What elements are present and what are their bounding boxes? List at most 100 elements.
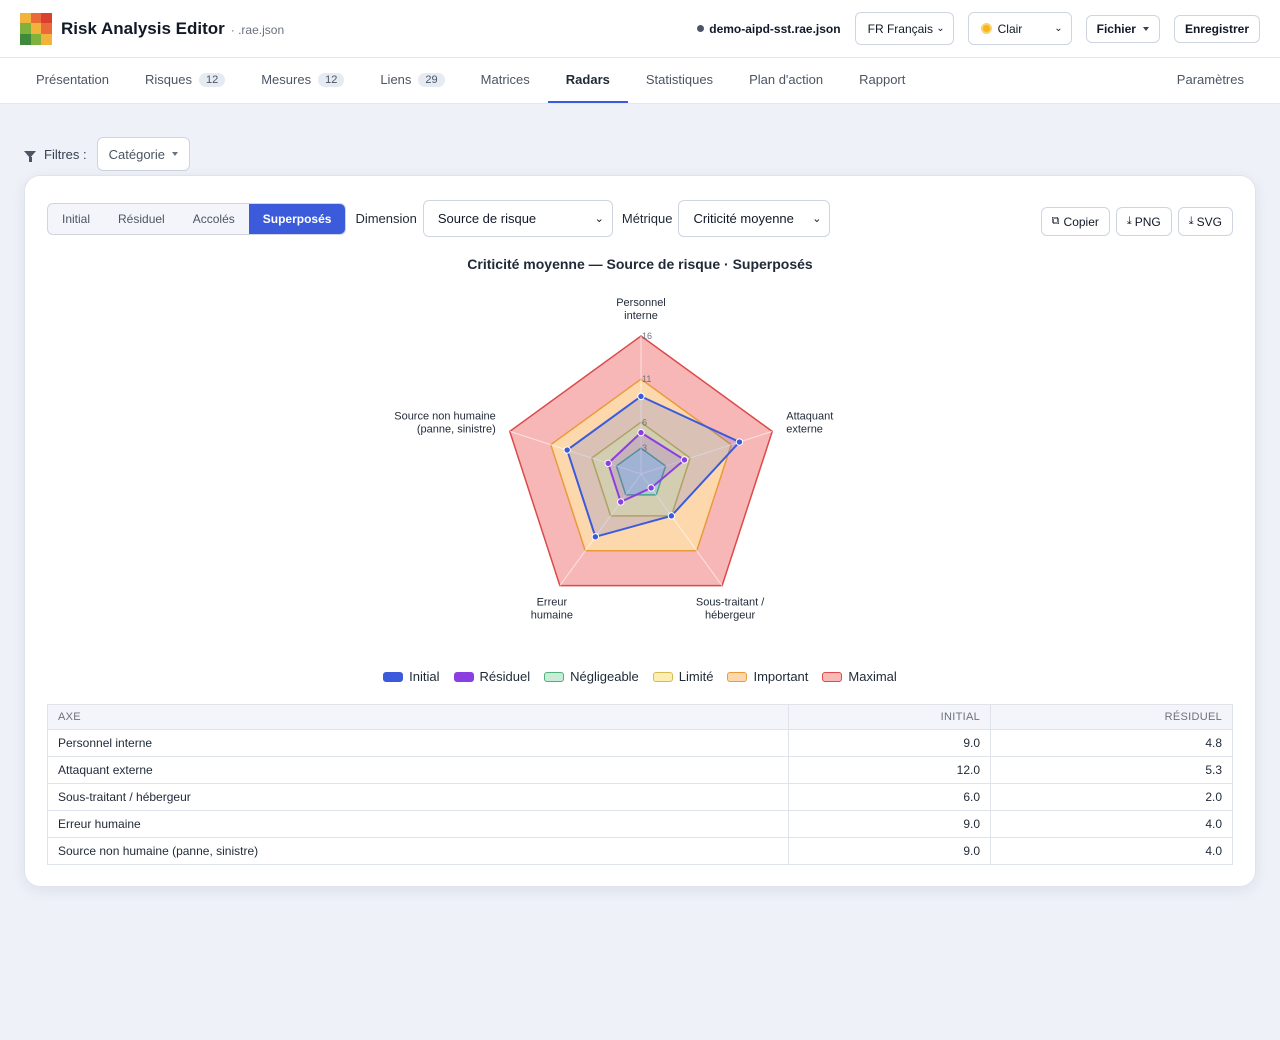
axis-label-line: humaine bbox=[531, 610, 573, 622]
cell-axis: Attaquant externe bbox=[47, 756, 789, 784]
legend-item-important[interactable]: Important bbox=[727, 669, 808, 684]
cell-residuel: 5.3 bbox=[990, 756, 1233, 784]
cell-initial: 9.0 bbox=[788, 810, 991, 838]
axis-label: Erreur humaine bbox=[531, 597, 573, 622]
count-badge: 12 bbox=[318, 72, 345, 87]
table-row: Personnel interne 9.0 4.8 bbox=[47, 729, 1233, 757]
axis-label-line: Sous-traitant / bbox=[696, 597, 765, 609]
tick-label: 16 bbox=[642, 331, 652, 341]
cell-initial: 9.0 bbox=[788, 837, 991, 865]
tab-plan-action[interactable]: Plan d'action bbox=[731, 58, 841, 103]
language-select-value: FR Français bbox=[867, 21, 933, 36]
filters-label: Filtres : bbox=[24, 147, 87, 162]
table-row: Erreur humaine 9.0 4.0 bbox=[47, 810, 1233, 838]
tab-risques[interactable]: Risques 12 bbox=[127, 58, 243, 103]
category-filter-button[interactable]: Catégorie bbox=[96, 137, 190, 171]
filters-label-text: Filtres : bbox=[44, 146, 87, 162]
tick-label: 3 bbox=[642, 443, 647, 453]
tab-matrices[interactable]: Matrices bbox=[463, 58, 548, 103]
category-filter-label: Catégorie bbox=[108, 146, 165, 162]
legend-item-limité[interactable]: Limité bbox=[652, 669, 714, 684]
table-row: Source non humaine (panne, sinistre) 9.0… bbox=[47, 837, 1233, 865]
radar-card: Initial Résiduel Accolés Superposés Dime… bbox=[24, 175, 1256, 887]
theme-select-value: Clair bbox=[997, 21, 1023, 36]
legend-swatch bbox=[822, 671, 843, 682]
tab-rapport[interactable]: Rapport bbox=[841, 58, 923, 103]
tick-label: 6 bbox=[642, 417, 647, 427]
cell-axis: Source non humaine (panne, sinistre) bbox=[47, 837, 789, 865]
axis-label: Attaquant externe bbox=[786, 410, 833, 435]
tab-label: Statistiques bbox=[645, 72, 714, 87]
app-subtitle: · .rae.json bbox=[230, 23, 285, 37]
axis-label: Source non humaine (panne, sinistre) bbox=[394, 410, 496, 435]
legend-label: Négligeable bbox=[570, 669, 639, 684]
legend-item-initial[interactable]: Initial bbox=[383, 669, 440, 684]
series-résiduel-point bbox=[637, 428, 645, 437]
axis-label-line: Erreur bbox=[537, 597, 568, 609]
axis-label-line: interne bbox=[624, 310, 658, 322]
cell-initial: 12.0 bbox=[788, 756, 991, 784]
count-badge: 29 bbox=[418, 72, 445, 87]
series-initial-point bbox=[735, 438, 744, 446]
save-button-label: Enregistrer bbox=[1184, 21, 1249, 36]
tab-radars[interactable]: Radars bbox=[547, 58, 628, 103]
series-résiduel-point bbox=[604, 459, 612, 468]
series-résiduel-point bbox=[647, 484, 655, 492]
cell-residuel: 4.0 bbox=[990, 837, 1233, 865]
series-initial-point bbox=[667, 512, 676, 520]
sun-icon bbox=[980, 23, 992, 34]
cell-residuel: 4.8 bbox=[990, 729, 1233, 757]
caret-down-icon bbox=[172, 152, 178, 156]
tab-label: Présentation bbox=[36, 72, 109, 87]
table-row: Sous-traitant / hébergeur 6.0 2.0 bbox=[47, 783, 1233, 811]
tab-presentation[interactable]: Présentation bbox=[18, 58, 127, 103]
legend-swatch bbox=[544, 671, 565, 682]
legend-item-maximal[interactable]: Maximal bbox=[822, 669, 897, 684]
tab-parametres[interactable]: Paramètres bbox=[1159, 58, 1262, 103]
tab-label: Plan d'action bbox=[749, 72, 824, 87]
chevron-down-icon: ⌄ bbox=[936, 23, 945, 34]
tick-label: 11 bbox=[642, 374, 651, 384]
cell-initial: 6.0 bbox=[788, 783, 991, 811]
cell-residuel: 2.0 bbox=[990, 783, 1233, 811]
tab-statistiques[interactable]: Statistiques bbox=[628, 58, 731, 103]
theme-select[interactable]: Clair ⌄ bbox=[967, 12, 1072, 45]
legend-label: Initial bbox=[409, 669, 440, 684]
axis-label: Personnel interne bbox=[616, 297, 666, 322]
cell-axis: Sous-traitant / hébergeur bbox=[47, 783, 789, 811]
legend-item-résiduel[interactable]: Résiduel bbox=[453, 669, 531, 684]
radar-chart: 3 6 11 16 Personnel interne Attaquant externe So… bbox=[394, 297, 833, 622]
current-file: demo-aipd-sst.rae.json bbox=[697, 21, 841, 36]
axis-label-line: Personnel bbox=[616, 297, 666, 309]
table-header-row: AXE INITIAL RÉSIDUEL bbox=[47, 704, 1233, 730]
app-title: Risk Analysis Editor bbox=[61, 18, 225, 38]
column-header-residuel[interactable]: RÉSIDUEL bbox=[990, 704, 1233, 730]
legend-item-négligeable[interactable]: Négligeable bbox=[544, 669, 639, 684]
series-initial-point bbox=[591, 533, 600, 541]
cell-axis: Personnel interne bbox=[47, 729, 789, 757]
table-row: Attaquant externe 12.0 5.3 bbox=[47, 756, 1233, 784]
language-select[interactable]: FR Français ⌄ bbox=[854, 12, 954, 45]
tab-label: Liens bbox=[380, 72, 412, 87]
column-header-initial[interactable]: INITIAL bbox=[788, 704, 991, 730]
legend-swatch bbox=[453, 671, 474, 682]
axis-label-line: Attaquant bbox=[786, 410, 833, 422]
file-menu-label: Fichier bbox=[1096, 21, 1136, 36]
series-résiduel-point bbox=[617, 498, 625, 506]
file-menu-button[interactable]: Fichier bbox=[1085, 14, 1160, 43]
main-tabs: Présentation Risques 12 Mesures 12 Liens 29… bbox=[0, 58, 1280, 104]
current-file-name: demo-aipd-sst.rae.json bbox=[709, 21, 841, 36]
series-initial-point bbox=[637, 392, 645, 401]
column-header-axe[interactable]: AXE bbox=[47, 704, 789, 730]
tab-label: Rapport bbox=[859, 72, 906, 87]
axis-label: Sous-traitant / hébergeur bbox=[696, 597, 765, 622]
filter-icon bbox=[24, 150, 36, 162]
legend-label: Limité bbox=[678, 669, 714, 684]
axis-label-line: externe bbox=[786, 423, 823, 435]
legend-label: Résiduel bbox=[479, 669, 531, 684]
save-button[interactable]: Enregistrer bbox=[1173, 14, 1260, 43]
status-dot-icon bbox=[697, 25, 705, 32]
tab-liens[interactable]: Liens 29 bbox=[362, 58, 462, 103]
tab-label: Risques bbox=[145, 72, 192, 87]
tab-mesures[interactable]: Mesures 12 bbox=[243, 58, 362, 103]
